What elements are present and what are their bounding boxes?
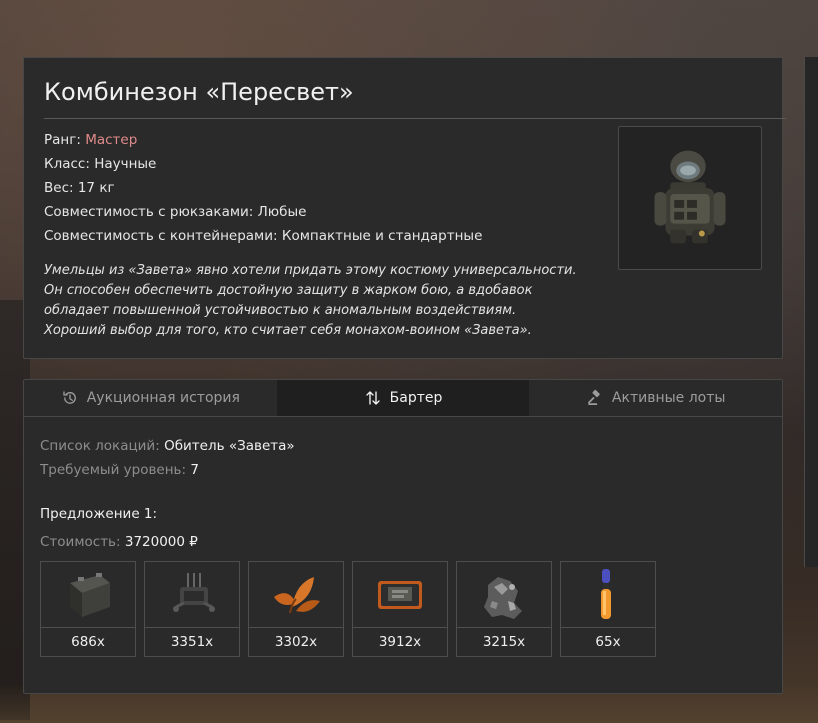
level-value: 7 — [190, 462, 199, 478]
locations-row: Список локаций: Обитель «Завета» — [40, 434, 295, 458]
container-compat-label: Совместимость с контейнерами: — [44, 228, 278, 244]
tab-active-lots[interactable]: Активные лоты — [529, 380, 782, 416]
ingredient-slot[interactable]: 65x — [560, 561, 656, 657]
gavel-icon — [588, 389, 600, 406]
pda-device-icon — [378, 580, 422, 609]
tab-barter[interactable]: Бартер — [276, 380, 530, 416]
ore-chunk-icon — [484, 576, 522, 619]
gadget-icon — [173, 572, 215, 612]
backpack-compat-label: Совместимость с рюкзаками: — [44, 204, 254, 220]
ingredient-count: 3215x — [482, 634, 526, 650]
cost-label: Стоимость: — [40, 534, 121, 550]
tab-label: Активные лоты — [611, 390, 726, 406]
backpack-compat-row: Совместимость с рюкзаками: Любые — [44, 200, 482, 224]
rank-value: Мастер — [85, 132, 138, 148]
level-row: Требуемый уровень: 7 — [40, 458, 295, 482]
ingredient-slot[interactable]: 3912x — [352, 561, 448, 657]
backpack-compat-value: Любые — [257, 204, 307, 220]
item-description: Умельцы из «Завета» явно хотели придать … — [44, 261, 624, 341]
level-label: Требуемый уровень: — [40, 462, 187, 478]
container-compat-value: Компактные и стандартные — [281, 228, 483, 244]
offer-title: Предложение 1: — [40, 506, 158, 522]
description-line: обладает повышенной устойчивостью к аном… — [44, 303, 517, 318]
ingredient-count: 65x — [595, 634, 621, 650]
swap-arrows-icon — [365, 391, 380, 405]
ingredient-count: 3912x — [378, 634, 422, 650]
rank-row: Ранг: Мастер — [44, 128, 482, 152]
tab-auction-history[interactable]: Аукционная история — [24, 380, 277, 416]
item-properties: Ранг: Мастер Класс: Научные Вес: 17 кг С… — [44, 128, 482, 248]
side-panel-edge — [804, 57, 818, 567]
ingredient-count: 686x — [71, 634, 105, 650]
cost-value: 3720000 ₽ — [124, 534, 198, 550]
locations-label: Список локаций: — [40, 438, 160, 454]
weight-label: Вес: — [44, 180, 74, 196]
ingredient-slot[interactable]: 3215x — [456, 561, 552, 657]
weight-row: Вес: 17 кг — [44, 176, 482, 200]
item-image-box — [618, 126, 762, 270]
tab-label: Аукционная история — [86, 390, 240, 406]
ingredient-slot[interactable]: 3351x — [144, 561, 240, 657]
description-line: Он способен обеспечить достойную защиту … — [44, 283, 533, 298]
armor-suit-icon — [654, 150, 726, 244]
tab-bar: Аукционная история Бартер Активные лоты — [24, 380, 782, 417]
barter-card: Аукционная история Бартер Активные лоты … — [23, 379, 783, 694]
class-value: Научные — [94, 156, 157, 172]
ingredient-count: 3351x — [170, 634, 214, 650]
weight-value: 17 кг — [77, 180, 115, 196]
ingredient-count: 3302x — [274, 634, 318, 650]
locations-value: Обитель «Завета» — [164, 438, 295, 454]
container-compat-row: Совместимость с контейнерами: Компактные… — [44, 224, 482, 248]
rank-label: Ранг: — [44, 132, 81, 148]
ingredient-slot[interactable]: 686x — [40, 561, 136, 657]
orange-plant-icon — [274, 576, 320, 613]
battery-icon — [70, 572, 110, 617]
class-row: Класс: Научные — [44, 152, 482, 176]
barter-meta: Список локаций: Обитель «Завета» Требуем… — [40, 434, 295, 482]
tab-label: Бартер — [389, 390, 443, 406]
history-icon — [63, 391, 76, 404]
description-line: Хороший выбор для того, кто считает себя… — [44, 323, 532, 338]
item-title: Комбинезон «Пересвет» — [44, 78, 354, 106]
item-info-card: Комбинезон «Пересвет» Ранг: Мастер Класс… — [23, 57, 786, 359]
ingredient-slot[interactable]: 3302x — [248, 561, 344, 657]
description-line: Умельцы из «Завета» явно хотели придать … — [44, 263, 577, 278]
title-divider — [44, 118, 786, 119]
ingredient-list: 686x 3351x 3302x 3912x 3215x 65x — [40, 561, 656, 657]
class-label: Класс: — [44, 156, 90, 172]
cost-row: Стоимость: 3720000 ₽ — [40, 534, 198, 550]
injector-icon — [601, 568, 611, 619]
